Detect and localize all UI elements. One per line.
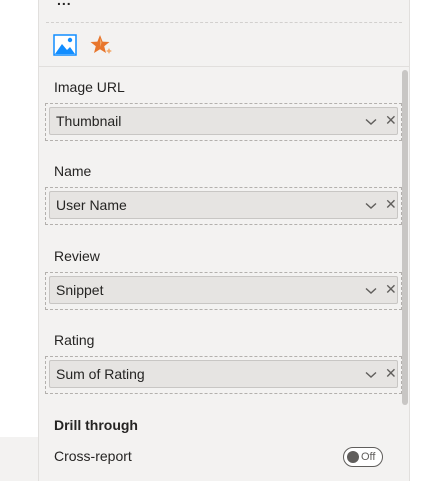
scrollbar-thumb[interactable]	[402, 70, 408, 405]
remove-field-icon[interactable]: ✕	[385, 195, 397, 213]
field-pill[interactable]: Sum of Rating ✕	[49, 360, 398, 388]
chevron-down-icon[interactable]	[365, 287, 377, 295]
canvas-bottom-strip	[0, 437, 38, 481]
field-name: Sum of Rating	[56, 366, 145, 382]
well-label-image-url: Image URL	[54, 79, 125, 95]
toggle-knob	[347, 451, 359, 463]
visual-icon-row	[53, 33, 113, 57]
toggle-state: Off	[361, 451, 376, 463]
well-rating[interactable]: Sum of Rating ✕	[45, 356, 402, 394]
star-spark-icon[interactable]	[89, 34, 113, 56]
field-pill[interactable]: User Name ✕	[49, 191, 398, 219]
image-chart-icon[interactable]	[53, 34, 77, 56]
well-review[interactable]: Snippet ✕	[45, 272, 402, 310]
remove-field-icon[interactable]: ✕	[385, 280, 397, 298]
remove-field-icon[interactable]: ✕	[385, 364, 397, 382]
well-name[interactable]: User Name ✕	[45, 187, 402, 225]
field-name: User Name	[56, 197, 127, 213]
field-wells: Image URL Thumbnail ✕ Name User Name ✕ R…	[39, 67, 409, 481]
field-pill[interactable]: Snippet ✕	[49, 276, 398, 304]
section-divider	[46, 22, 402, 23]
drill-through-heading: Drill through	[54, 417, 138, 433]
well-image-url[interactable]: Thumbnail ✕	[45, 103, 402, 141]
scrollbar[interactable]	[402, 70, 408, 405]
field-name: Snippet	[56, 282, 104, 298]
cross-report-toggle[interactable]: Off	[343, 447, 383, 467]
field-name: Thumbnail	[56, 113, 122, 129]
well-label-rating: Rating	[54, 332, 95, 348]
more-options-icon[interactable]: ...	[57, 0, 72, 8]
field-pill[interactable]: Thumbnail ✕	[49, 107, 398, 135]
well-label-review: Review	[54, 248, 100, 264]
cross-report-label: Cross-report	[54, 448, 132, 464]
well-label-name: Name	[54, 163, 92, 179]
visualizations-pane: ... Image URL Thumbnail ✕ Name User Name	[38, 0, 410, 481]
chevron-down-icon[interactable]	[365, 371, 377, 379]
chevron-down-icon[interactable]	[365, 118, 377, 126]
remove-field-icon[interactable]: ✕	[385, 111, 397, 129]
chevron-down-icon[interactable]	[365, 202, 377, 210]
